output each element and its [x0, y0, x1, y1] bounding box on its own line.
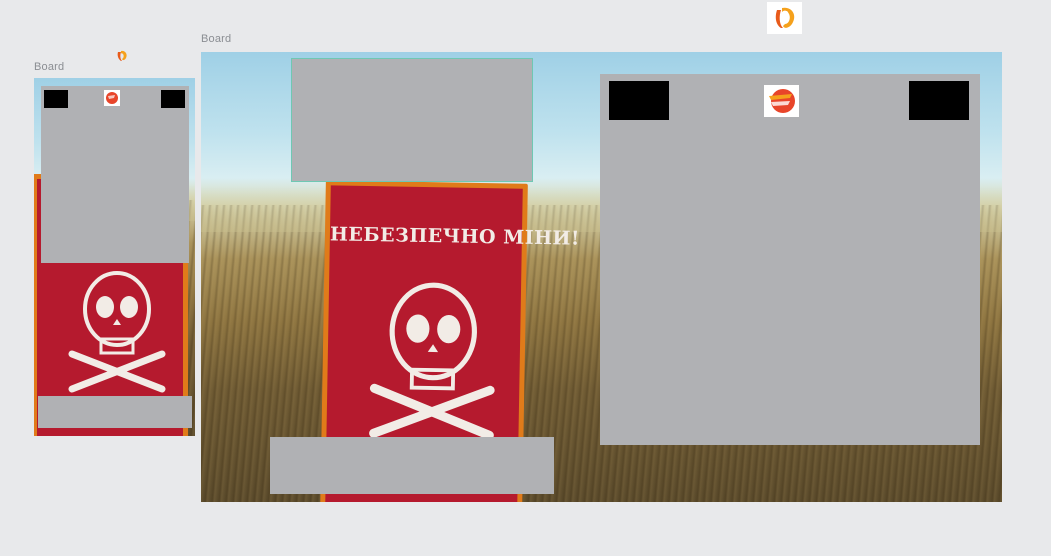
- board-label[interactable]: Board: [34, 61, 64, 74]
- brand-logo-icon: [764, 85, 799, 117]
- image-placeholder[interactable]: [41, 86, 189, 263]
- brand-logo-icon: [104, 90, 120, 106]
- board-large[interactable]: НЕБЕЗПЕЧНО МІНИ!: [201, 52, 1002, 502]
- redacted-box-right: [909, 81, 969, 120]
- redacted-box-left: [609, 81, 669, 120]
- board-small[interactable]: [34, 78, 195, 436]
- skull-crossbones-icon: [68, 271, 166, 393]
- headline-placeholder[interactable]: [291, 58, 533, 182]
- warning-sign-text: НЕБЕЗПЕЧНО МІНИ!: [329, 223, 581, 250]
- app-logo-icon[interactable]: [767, 2, 802, 34]
- design-canvas[interactable]: Board Board НЕБЕЗПЕЧНО МІНИ!: [0, 0, 1051, 556]
- board-label[interactable]: Board: [201, 33, 231, 46]
- redacted-box-left: [44, 90, 68, 108]
- redacted-box-right: [161, 90, 185, 108]
- caption-placeholder[interactable]: [38, 396, 192, 428]
- skull-crossbones-icon: [369, 282, 495, 440]
- brand-logo-icon: [115, 49, 129, 63]
- caption-placeholder[interactable]: [270, 437, 554, 494]
- content-panel-placeholder[interactable]: [600, 74, 980, 445]
